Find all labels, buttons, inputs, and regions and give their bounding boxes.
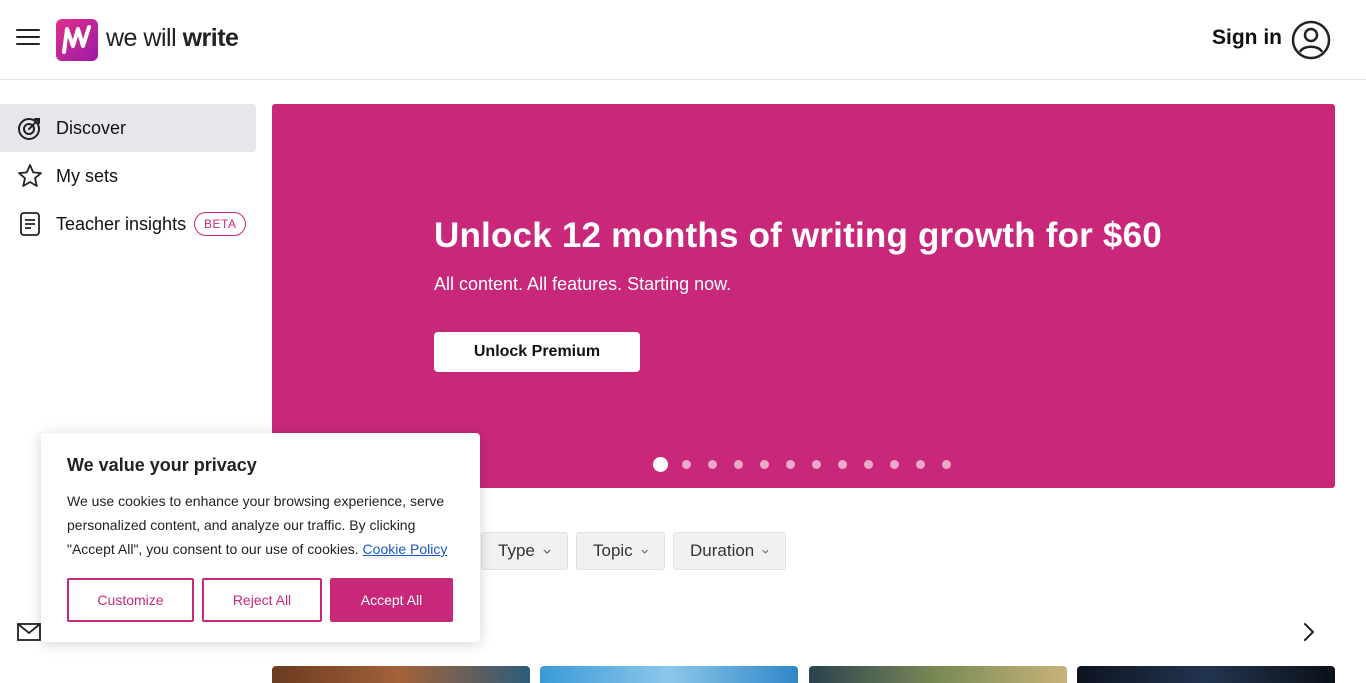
filter-label: Type	[498, 541, 535, 560]
carousel-dot[interactable]	[708, 459, 717, 469]
target-icon	[18, 118, 40, 140]
carousel-dot[interactable]	[760, 459, 769, 469]
hero-banner: Unlock 12 months of writing growth for $…	[272, 104, 1335, 488]
sidebar: Discover My sets Teacher insights BETA	[0, 104, 256, 248]
hero-title: Unlock 12 months of writing growth for $…	[434, 216, 1162, 255]
customize-button[interactable]: Customize	[67, 578, 194, 622]
reject-all-button[interactable]: Reject All	[202, 578, 322, 622]
carousel-dot[interactable]	[916, 459, 925, 469]
filter-label: Topic	[593, 541, 633, 560]
accept-all-button[interactable]: Accept All	[330, 578, 453, 622]
sidebar-item-my-sets[interactable]: My sets	[0, 152, 256, 200]
sidebar-item-teacher-insights[interactable]: Teacher insights BETA	[0, 200, 256, 248]
filter-label: Duration	[690, 541, 755, 560]
logo-mark[interactable]	[56, 19, 98, 61]
content-card-thumbnail[interactable]	[540, 666, 798, 683]
cookie-body: We use cookies to enhance your browsing …	[67, 489, 463, 561]
carousel-dot[interactable]	[786, 459, 795, 469]
logo-strong: write	[182, 24, 239, 52]
filter-topic[interactable]: Topic	[576, 532, 665, 570]
beta-badge: BETA	[194, 212, 247, 236]
carousel-dot[interactable]	[653, 456, 668, 472]
carousel-dot[interactable]	[838, 459, 847, 469]
cookie-policy-link[interactable]: Cookie Policy	[363, 541, 448, 557]
content-card-thumbnail[interactable]	[1077, 666, 1335, 683]
sidebar-item-label: Teacher insights	[56, 213, 187, 234]
carousel-dot[interactable]	[682, 459, 691, 469]
content-card-thumbnail[interactable]	[809, 666, 1067, 683]
hero-subtitle: All content. All features. Starting now.	[434, 274, 732, 294]
carousel-dot[interactable]	[942, 459, 951, 469]
unlock-premium-button[interactable]: Unlock Premium	[434, 332, 640, 372]
chevron-right-icon[interactable]	[1300, 621, 1318, 643]
carousel-dot[interactable]	[812, 459, 821, 469]
carousel-dot[interactable]	[864, 459, 873, 469]
user-icon[interactable]	[1291, 20, 1331, 60]
carousel-dots	[653, 456, 968, 472]
sidebar-item-discover[interactable]: Discover	[0, 104, 256, 152]
sidebar-item-label: My sets	[56, 165, 119, 186]
filter-duration[interactable]: Duration	[673, 532, 786, 570]
mail-icon[interactable]	[17, 623, 41, 641]
cookie-title: We value your privacy	[67, 455, 257, 475]
carousel-dot[interactable]	[890, 459, 899, 469]
top-header: we will write Sign in	[0, 0, 1366, 80]
sign-in-link[interactable]: Sign in	[1212, 26, 1282, 50]
chevron-down-icon	[762, 549, 769, 553]
star-icon	[18, 164, 42, 187]
chevron-down-icon	[641, 549, 648, 554]
menu-icon[interactable]	[16, 29, 40, 49]
sidebar-item-label: Discover	[56, 117, 127, 138]
chevron-down-icon	[543, 548, 551, 554]
filter-type[interactable]: Type	[481, 532, 568, 570]
carousel-dot[interactable]	[734, 459, 743, 469]
logo-text[interactable]: we will write	[106, 24, 239, 53]
document-icon	[20, 212, 40, 236]
cookie-consent-dialog: We value your privacy We use cookies to …	[41, 433, 480, 642]
logo-prefix: we will	[106, 24, 177, 52]
content-card-thumbnail[interactable]	[272, 666, 530, 683]
